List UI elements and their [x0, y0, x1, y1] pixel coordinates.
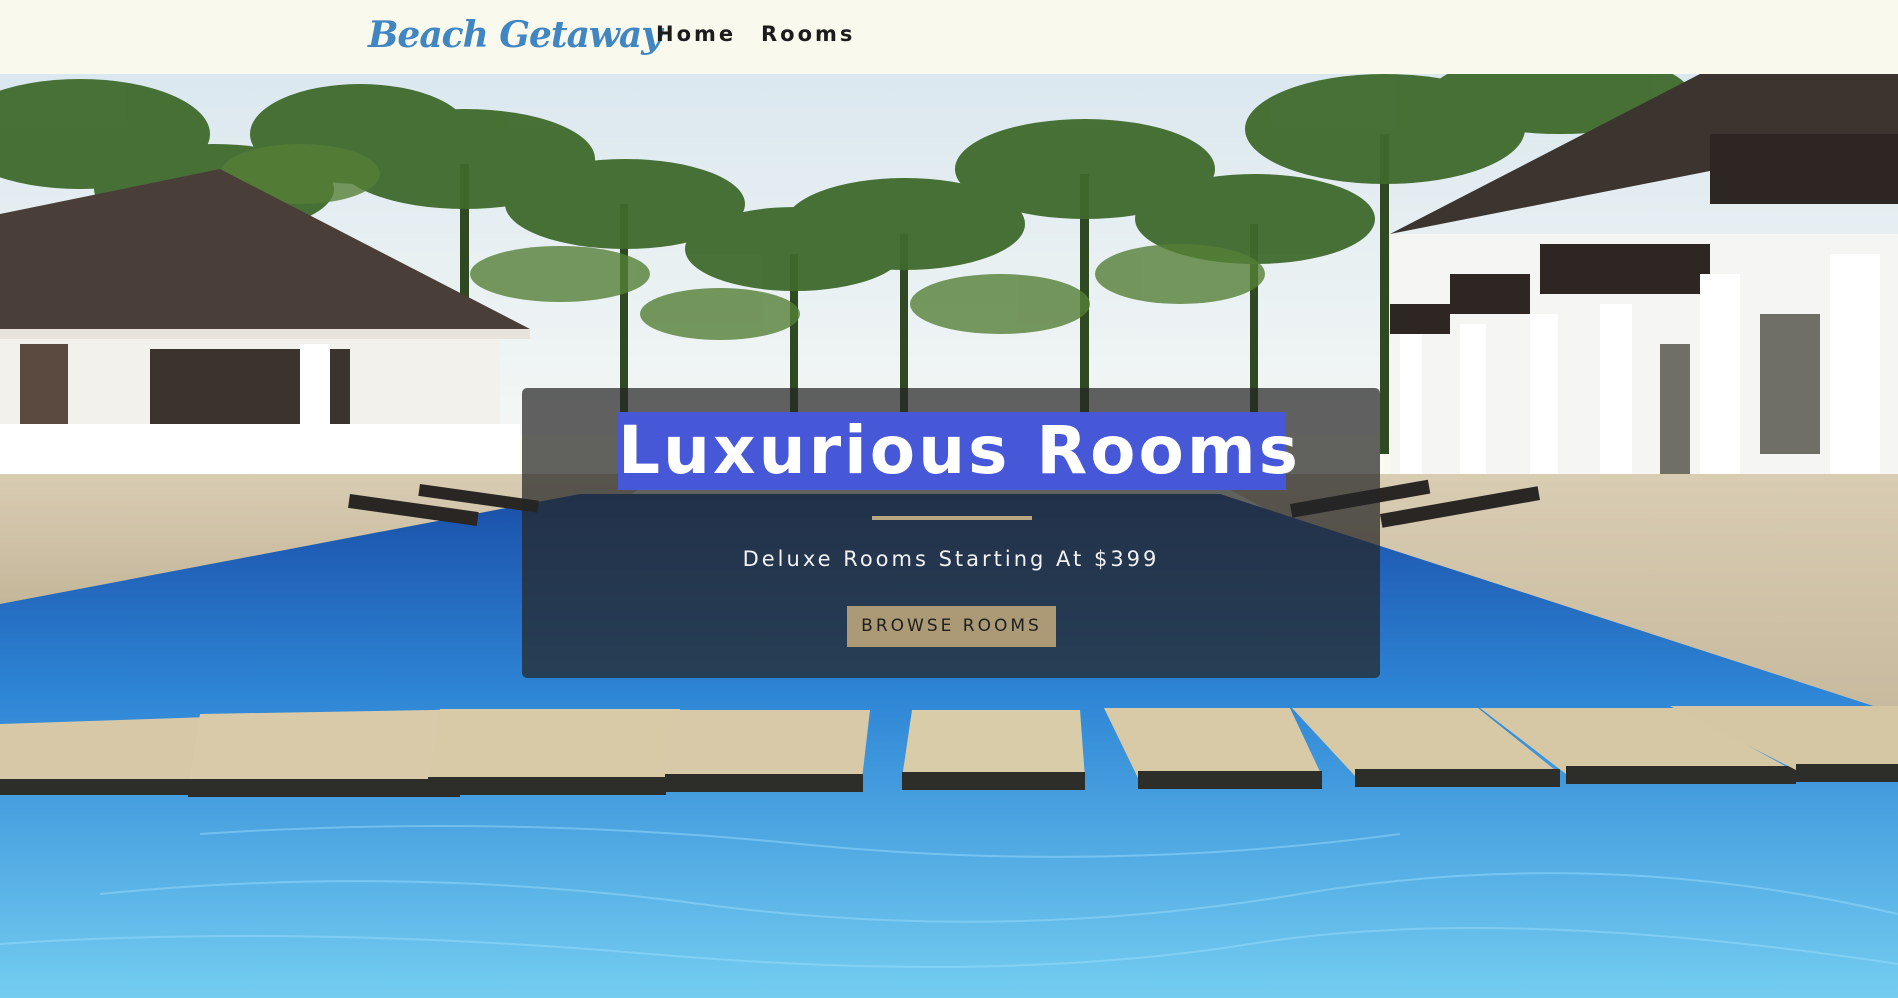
nav-link-rooms[interactable]: Rooms — [761, 22, 855, 46]
nav-link-home[interactable]: Home — [656, 22, 736, 46]
title-divider — [872, 516, 1032, 520]
hero-title: Luxurious Rooms — [618, 412, 1301, 490]
brand-logo[interactable]: Beach Getaway — [368, 14, 662, 56]
top-navbar: Beach Getaway Home Rooms — [0, 0, 1898, 74]
browse-rooms-button[interactable]: BROWSE ROOMS — [847, 606, 1056, 647]
hero-subtitle: Deluxe Rooms Starting At $399 — [742, 547, 1160, 571]
